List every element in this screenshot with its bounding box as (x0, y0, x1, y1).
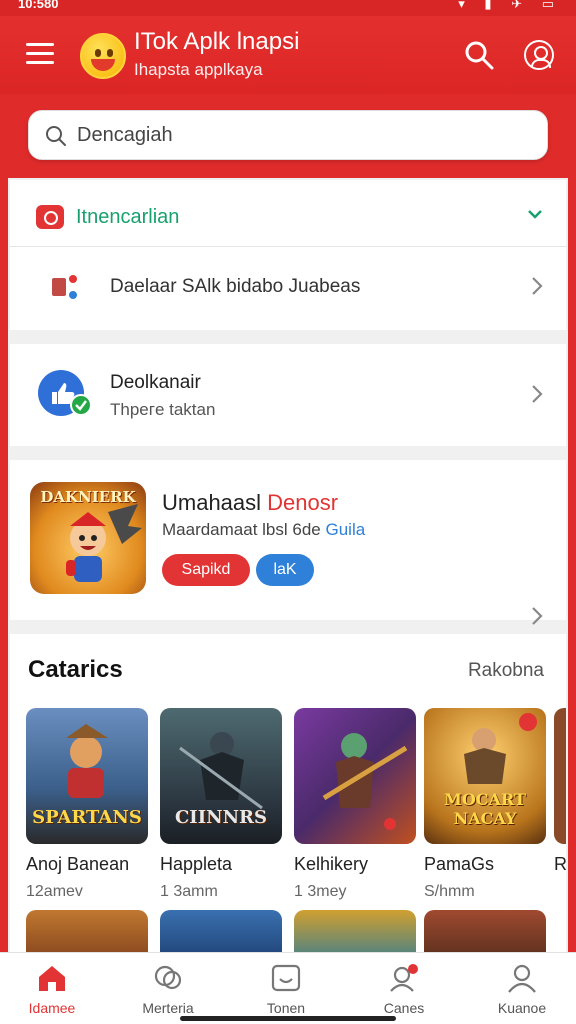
game-tile-partial[interactable] (424, 910, 546, 952)
thumbnail-title: DAKNIERK (40, 488, 136, 506)
tile-name: Ra (554, 854, 566, 874)
game-tile-partial[interactable] (26, 910, 148, 952)
game-thumbnail[interactable]: DAKNIERK (30, 482, 146, 594)
game-tile-image (554, 708, 566, 844)
game-tile-image (294, 708, 416, 844)
tile-name: Kelhikery (294, 854, 369, 874)
featured-subtitle-accent: Guila (325, 520, 366, 539)
game-tile-image: SPARTANS (26, 708, 148, 844)
app-subtitle: Ihapsta applkaya (134, 60, 263, 79)
bottom-nav: Idamee Merteria Tonen Canes Kuanoe (0, 952, 576, 1024)
recent-section: Itnencarlian Daelaar SAlk bidabo Juabeas (10, 180, 566, 330)
apps-icon (52, 275, 77, 299)
tag-button-red[interactable]: Sapikd (162, 554, 250, 586)
nav-item-games[interactable]: Merteria (118, 953, 218, 1016)
tile-art-text: MOCART NACAY (444, 790, 526, 828)
game-tile[interactable]: MOCART NACAY PamaGs S/hmm (424, 708, 546, 901)
nav-item-profile[interactable]: Kuanoe (472, 953, 572, 1016)
featured-game-card[interactable]: DAKNIERK Umahaasl Denosr Maardamaat lbsl… (10, 460, 566, 625)
tile-meta: 1 3mey (294, 883, 347, 900)
chevron-down-icon[interactable] (526, 205, 544, 223)
list-item-label[interactable]: Daelaar SAlk bidabo Juabeas (110, 276, 360, 298)
categories-title: Catarics (28, 656, 123, 683)
game-tile[interactable]: CIINNRS Happleta 1 3amm (160, 708, 282, 901)
app-bar: ITok Aplk lnapsi Ihapsta applkaya (0, 16, 576, 94)
chevron-right-icon[interactable] (530, 276, 544, 296)
section-title: Itnencarlian (76, 206, 180, 228)
tile-art-text: CIINNRS (174, 807, 268, 828)
categories-section: Catarics Rakobna SPARTANS Anoj Banean 12… (10, 634, 566, 952)
nav-label: Kuanoe (497, 1000, 547, 1016)
game-tile[interactable]: Kelhikery 1 3mey (294, 708, 416, 901)
smile-icon (271, 964, 301, 992)
logo-icon (80, 33, 126, 79)
search-field-icon (46, 126, 66, 146)
featured-title-main: Umahaasl (162, 490, 268, 515)
game-tile-image: CIINNRS (160, 708, 282, 844)
tile-art-text: SPARTANS (32, 807, 142, 828)
nav-item-home[interactable]: Idamee (2, 953, 102, 1016)
list-item-row[interactable]: Deolkanair Thpeгe taktan (10, 344, 566, 446)
nav-label: Merteria (142, 1000, 194, 1016)
search-input[interactable] (77, 119, 517, 151)
check-badge-icon (70, 394, 92, 416)
list-item-subtitle: Thpeгe taktan (110, 400, 216, 419)
game-tile[interactable]: SPARTANS Anoj Banean 12amev (26, 708, 148, 901)
app-title: ITok Aplk lnapsi (134, 28, 300, 55)
game-icon (154, 965, 182, 990)
home-indicator (180, 1016, 396, 1021)
nav-item-tonen[interactable]: Tonen (236, 953, 336, 1016)
game-tile-image: MOCART NACAY (424, 708, 546, 844)
tile-meta: 12amev (26, 883, 83, 900)
status-bar: 10:580 ▾ ▮ ✈ ▭ (0, 0, 576, 16)
featured-subtitle: Maardamaat lbsl 6de Guila (162, 520, 365, 540)
tile-name: PamaGs (424, 854, 495, 874)
status-time: 10:580 (18, 0, 59, 11)
home-icon (39, 966, 65, 991)
tile-name: Happleta (160, 854, 233, 874)
status-icons: ▾ ▮ ✈ ▭ (458, 0, 562, 11)
menu-icon[interactable] (26, 43, 54, 65)
user-alert-icon (390, 964, 418, 992)
featured-subtitle-main: Maardamaat lbsl 6de (162, 520, 326, 539)
tag-button-blue[interactable]: laK (256, 554, 314, 586)
tile-name: Anoj Banean (26, 854, 130, 874)
game-tile-partial[interactable] (294, 910, 416, 952)
search-box[interactable] (28, 110, 548, 160)
tile-meta: 1 3amm (160, 883, 218, 900)
nav-label: Idamee (28, 1000, 76, 1016)
tile-meta: S/hmm (424, 883, 475, 900)
featured-title-accent: Denosr (267, 490, 339, 515)
featured-title: Umahaasl Denosr (162, 490, 338, 516)
game-tile[interactable]: Ra (554, 708, 566, 875)
main-content: Itnencarlian Daelaar SAlk bidabo Juabeas… (8, 94, 568, 952)
search-area (8, 94, 568, 178)
nav-item-canes[interactable]: Canes (354, 953, 454, 1016)
chevron-right-icon[interactable] (530, 606, 544, 626)
search-icon[interactable] (464, 40, 494, 70)
video-icon (36, 205, 64, 229)
divider (10, 246, 566, 247)
chevron-right-icon[interactable] (530, 384, 544, 404)
nav-label: Tonen (266, 1000, 306, 1016)
nav-label: Canes (383, 1000, 425, 1016)
game-tile-partial[interactable] (160, 910, 282, 952)
see-more-link[interactable]: Rakobna (468, 660, 544, 682)
person-icon (508, 964, 536, 993)
profile-icon[interactable] (524, 40, 554, 70)
list-item-title: Deolkanair (110, 372, 201, 393)
